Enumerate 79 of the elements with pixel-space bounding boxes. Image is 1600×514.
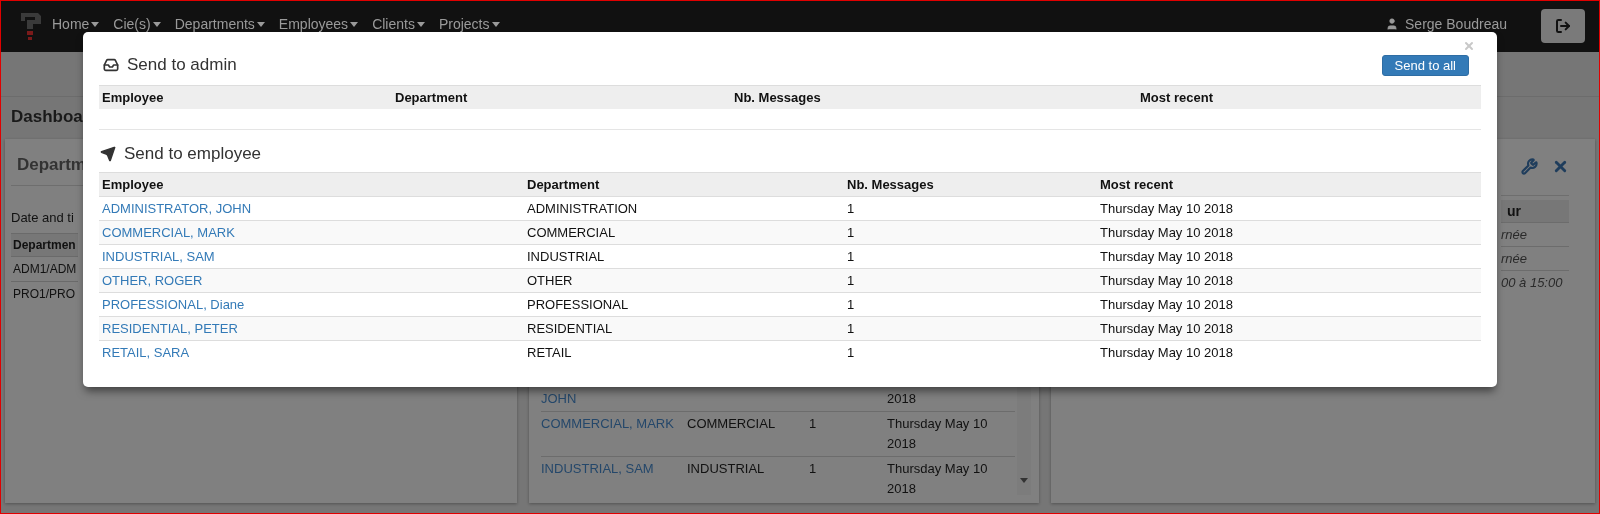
table-cell-text: 1 <box>847 273 856 288</box>
caret-icon[interactable] <box>1020 478 1028 483</box>
table-cell-text: 1 <box>809 460 818 478</box>
employee-link[interactable]: INDUSTRIAL, SAM <box>541 459 687 499</box>
table-cell-text: INDUSTRIAL <box>687 460 766 478</box>
section-title: Send to employee <box>124 144 262 164</box>
column-header: Employee <box>102 177 165 192</box>
table-cell-text: OTHER <box>527 273 574 288</box>
page-title: Dashboa <box>11 107 83 128</box>
caret-icon <box>350 21 359 27</box>
employee-link[interactable]: JOHN <box>541 389 687 409</box>
caret-icon <box>416 21 425 27</box>
table-cell-text: 1 <box>847 345 856 360</box>
caret-icon <box>491 21 500 27</box>
nav-menu-item[interactable]: Employees <box>278 16 359 32</box>
paper-plane-icon <box>100 146 116 162</box>
table-cell-text: COMMERCIAL <box>687 415 777 433</box>
column-header: Department <box>527 177 601 192</box>
logout-button[interactable] <box>1541 9 1585 43</box>
table-cell-text: Thursday May 10 2018 <box>1100 321 1234 336</box>
employee-link[interactable]: PROFESSIONAL, Diane <box>102 297 245 312</box>
table-cell: rnée <box>1501 246 1569 270</box>
nav-menu-item[interactable]: Clients <box>372 16 425 32</box>
logout-icon <box>1555 18 1571 34</box>
column-header: Most recent <box>1140 90 1214 105</box>
table-cell: 00 à 15:00 <box>1501 270 1569 294</box>
nav-menu-item[interactable]: Cie(s) <box>113 16 161 32</box>
employee-link[interactable]: COMMERCIAL, MARK <box>541 414 687 454</box>
table-cell-text: COMMERCIAL <box>527 225 617 240</box>
table-cell-text: RETAIL <box>527 345 573 360</box>
table-cell: PRO1/PRO <box>11 281 79 306</box>
column-header: Nb. Messages <box>847 177 935 192</box>
table-header: Departmen <box>11 233 79 256</box>
table-cell-text: Thursday May 10 2018 <box>1100 345 1234 360</box>
table-cell-text: RESIDENTIAL <box>527 321 614 336</box>
table-cell-text: Thursday May 10 2018 <box>887 415 989 453</box>
user-name[interactable]: Serge Boudreau <box>1385 16 1507 32</box>
table-cell-text: Thursday May 10 2018 <box>1100 273 1234 288</box>
table-cell-text: Thursday May 10 2018 <box>887 460 989 498</box>
table-cell-text: INDUSTRIAL <box>527 249 606 264</box>
table-cell-text: 1 <box>847 321 856 336</box>
table-cell-text: ADMINISTRATION <box>527 201 639 216</box>
table-cell-text: 1 <box>847 297 856 312</box>
table-cell-text: Thursday May 10 2018 <box>1100 201 1234 216</box>
table-cell-text: Thursday May 10 2018 <box>1100 225 1234 240</box>
caret-icon <box>91 21 100 27</box>
table-cell-text: 1 <box>847 225 856 240</box>
table-cell-text: 1 <box>847 201 856 216</box>
employee-link[interactable]: COMMERCIAL, MARK <box>102 225 235 240</box>
employee-link[interactable]: RESIDENTIAL, PETER <box>102 321 238 336</box>
table-cell: ADM1/ADM <box>11 256 79 281</box>
column-header: Department <box>395 90 469 105</box>
employee-link[interactable]: RETAIL, SARA <box>102 345 190 360</box>
close-button[interactable] <box>1463 40 1475 52</box>
caret-icon <box>256 21 265 27</box>
wrench-icon[interactable] <box>1521 157 1538 175</box>
table-cell-text: Thursday May 10 2018 <box>1100 249 1234 264</box>
inbox-icon <box>103 57 119 73</box>
caret-icon <box>152 21 161 27</box>
employee-link[interactable]: OTHER, ROGER <box>102 273 203 288</box>
table-cell-text: Thursday May 10 2018 <box>1100 297 1234 312</box>
employee-link[interactable]: INDUSTRIAL, SAM <box>102 249 215 264</box>
table-cell: rnée <box>1501 222 1569 246</box>
table-cell-text: 1 <box>847 249 856 264</box>
nav-menu-item[interactable]: Projects <box>438 16 500 32</box>
section-title: Send to admin <box>127 55 237 75</box>
column-header: Employee <box>102 90 165 105</box>
column-header: Nb. Messages <box>734 90 822 105</box>
table-cell-text: 1 <box>809 415 818 433</box>
note-text: Date and ti <box>11 210 74 225</box>
table-cell-text: PROFESSIONAL <box>527 297 630 312</box>
nav-menu-item[interactable]: Home <box>52 16 100 32</box>
table-header: ur <box>1501 200 1569 222</box>
send-to-all-button[interactable]: Send to all <box>1381 54 1469 76</box>
user-icon <box>1385 17 1400 31</box>
nav-menu-item[interactable]: Departments <box>174 16 265 32</box>
employee-link[interactable]: ADMINISTRATOR, JOHN <box>102 201 252 216</box>
table-cell-text: 2018 <box>887 390 917 408</box>
column-header: Most recent <box>1100 177 1174 192</box>
